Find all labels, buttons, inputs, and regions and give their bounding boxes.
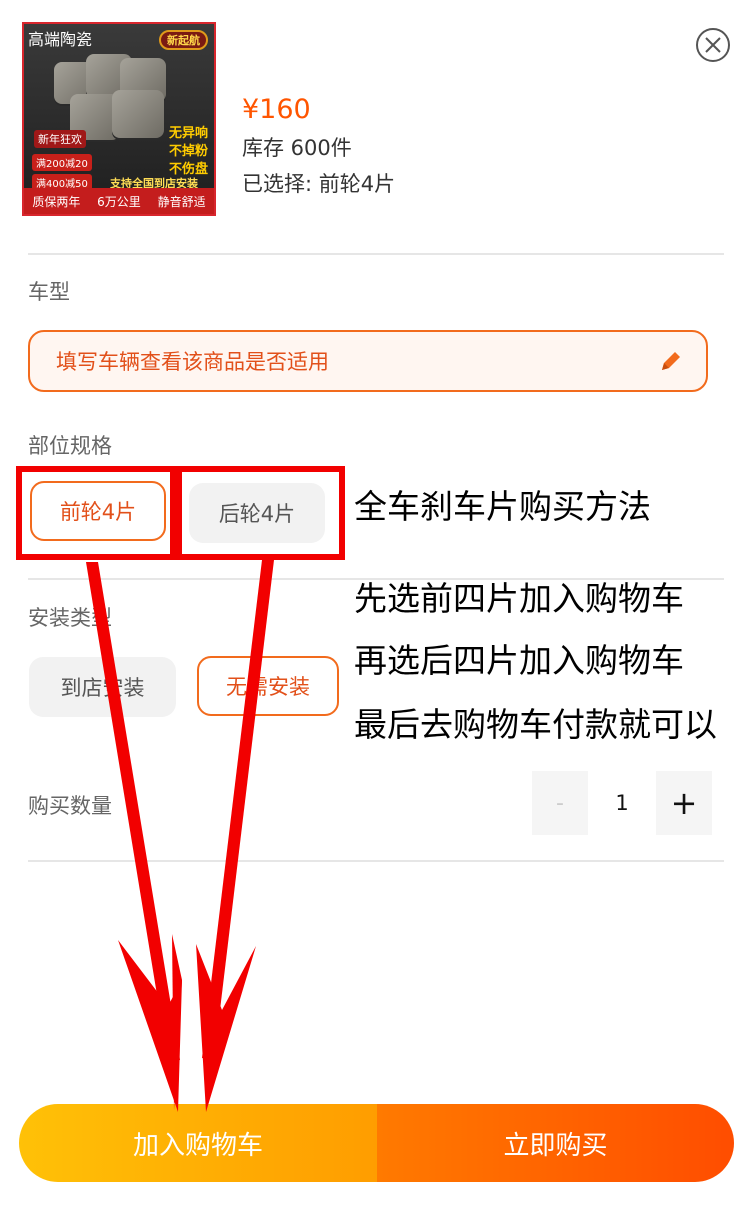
thumbnail-feature: 无异响 bbox=[168, 126, 208, 141]
annotation-line: 最后去购物车付款就可以 bbox=[354, 705, 717, 744]
add-to-cart-button[interactable]: 加入购物车 bbox=[19, 1104, 377, 1182]
vehicle-section-label: 车型 bbox=[28, 280, 70, 304]
thumbnail-bottom-item: 静音舒适 bbox=[157, 194, 206, 209]
thumbnail-bottom-bar: 质保两年 6万公里 静音舒适 bbox=[24, 188, 214, 214]
selected-spec-summary: 已选择: 前轮4片 bbox=[242, 172, 396, 196]
quantity-label: 购买数量 bbox=[28, 794, 112, 818]
thumbnail-badge: 新年狂欢 bbox=[34, 130, 86, 148]
product-thumbnail[interactable]: 高端陶瓷 新起航 无异响 不掉粉 不伤盘 新年狂欢 满200减20 满400减5… bbox=[22, 22, 216, 216]
vehicle-input[interactable]: 填写车辆查看该商品是否适用 bbox=[28, 330, 708, 392]
thumbnail-bottom-item: 6万公里 bbox=[97, 194, 141, 209]
vehicle-input-placeholder: 填写车辆查看该商品是否适用 bbox=[56, 350, 329, 374]
annotation-title: 全车刹车片购买方法 bbox=[354, 487, 651, 526]
annotation-arrow-right bbox=[196, 560, 274, 1112]
thumbnail-feature: 不掉粉 bbox=[168, 144, 208, 159]
divider bbox=[28, 253, 724, 255]
product-price: ¥160 bbox=[242, 94, 311, 125]
quantity-stepper[interactable]: - 1 + bbox=[532, 771, 712, 835]
buy-now-button[interactable]: 立即购买 bbox=[377, 1104, 734, 1182]
annotation-line: 再选后四片加入购物车 bbox=[354, 641, 684, 680]
thumbnail-bottom-item: 质保两年 bbox=[32, 194, 81, 209]
spec-section-label: 部位规格 bbox=[28, 434, 112, 458]
annotation-arrow-left bbox=[86, 562, 182, 1112]
install-option-none[interactable]: 无需安装 bbox=[197, 656, 339, 716]
divider bbox=[28, 860, 724, 862]
install-section-label: 安装类型 bbox=[28, 606, 112, 630]
thumbnail-brand-logo: 新起航 bbox=[159, 30, 208, 50]
close-button[interactable] bbox=[696, 28, 730, 62]
pencil-icon[interactable] bbox=[658, 348, 684, 374]
annotation-highlight-box bbox=[176, 466, 345, 560]
thumbnail-top-tag: 高端陶瓷 bbox=[28, 30, 93, 49]
annotation-line: 先选前四片加入购物车 bbox=[354, 579, 684, 618]
thumbnail-deal: 满200减20 bbox=[32, 154, 92, 171]
quantity-value[interactable]: 1 bbox=[588, 771, 656, 835]
annotation-highlight-box bbox=[16, 466, 176, 560]
product-stock: 库存 600件 bbox=[242, 136, 352, 160]
install-option-store[interactable]: 到店安装 bbox=[29, 657, 176, 717]
quantity-plus-button[interactable]: + bbox=[656, 771, 712, 835]
close-icon bbox=[705, 37, 721, 53]
brake-pad-image bbox=[112, 90, 164, 138]
quantity-minus-button[interactable]: - bbox=[532, 771, 588, 835]
